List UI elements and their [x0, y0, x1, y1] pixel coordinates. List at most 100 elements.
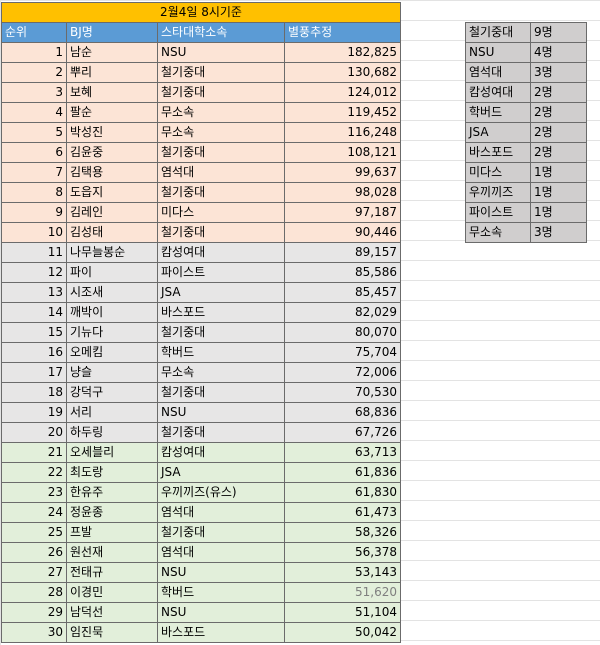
summary-count-cell[interactable]: 1명 [530, 162, 587, 183]
summary-affiliation-cell[interactable]: 미다스 [465, 162, 531, 183]
estimate-cell[interactable]: 116,248 [284, 122, 401, 143]
header-bj-name[interactable]: BJ명 [66, 22, 158, 43]
rank-cell[interactable]: 21 [1, 442, 67, 463]
rank-cell[interactable]: 14 [1, 302, 67, 323]
affiliation-cell[interactable]: NSU [157, 402, 285, 423]
summary-affiliation-cell[interactable]: JSA [465, 122, 531, 143]
estimate-cell[interactable]: 61,830 [284, 482, 401, 503]
rank-cell[interactable]: 4 [1, 102, 67, 123]
summary-affiliation-cell[interactable]: 염석대 [465, 62, 531, 83]
summary-count-cell[interactable]: 2명 [530, 142, 587, 163]
affiliation-cell[interactable]: NSU [157, 562, 285, 583]
bj-name-cell[interactable]: 정윤종 [66, 502, 158, 523]
rank-cell[interactable]: 8 [1, 182, 67, 203]
affiliation-cell[interactable]: 우끼끼즈(유스) [157, 482, 285, 503]
bj-name-cell[interactable]: 이경민 [66, 582, 158, 603]
summary-affiliation-cell[interactable]: NSU [465, 42, 531, 63]
affiliation-cell[interactable]: 철기중대 [157, 182, 285, 203]
rank-cell[interactable]: 29 [1, 602, 67, 623]
affiliation-cell[interactable]: 염석대 [157, 502, 285, 523]
affiliation-cell[interactable]: 캄성여대 [157, 442, 285, 463]
summary-affiliation-cell[interactable]: 우끼끼즈 [465, 182, 531, 203]
bj-name-cell[interactable]: 오세블리 [66, 442, 158, 463]
affiliation-cell[interactable]: 염석대 [157, 542, 285, 563]
title-cell[interactable]: 2월4일 8시기준 [1, 2, 401, 23]
bj-name-cell[interactable]: 오메킴 [66, 342, 158, 363]
summary-count-cell[interactable]: 2명 [530, 122, 587, 143]
bj-name-cell[interactable]: 강덕구 [66, 382, 158, 403]
rank-cell[interactable]: 17 [1, 362, 67, 383]
affiliation-cell[interactable]: NSU [157, 42, 285, 63]
affiliation-cell[interactable]: 철기중대 [157, 522, 285, 543]
rank-cell[interactable]: 5 [1, 122, 67, 143]
header-rank[interactable]: 순위 [1, 22, 67, 43]
estimate-cell[interactable]: 90,446 [284, 222, 401, 243]
bj-name-cell[interactable]: 전태규 [66, 562, 158, 583]
affiliation-cell[interactable]: 철기중대 [157, 422, 285, 443]
affiliation-cell[interactable]: JSA [157, 282, 285, 303]
estimate-cell[interactable]: 70,530 [284, 382, 401, 403]
summary-count-cell[interactable]: 2명 [530, 82, 587, 103]
estimate-cell[interactable]: 119,452 [284, 102, 401, 123]
affiliation-cell[interactable]: 파이스트 [157, 262, 285, 283]
rank-cell[interactable]: 26 [1, 542, 67, 563]
affiliation-cell[interactable]: JSA [157, 462, 285, 483]
estimate-cell[interactable]: 75,704 [284, 342, 401, 363]
estimate-cell[interactable]: 99,637 [284, 162, 401, 183]
summary-affiliation-cell[interactable]: 파이스트 [465, 202, 531, 223]
affiliation-cell[interactable]: 무소속 [157, 362, 285, 383]
rank-cell[interactable]: 19 [1, 402, 67, 423]
affiliation-cell[interactable]: 바스포드 [157, 302, 285, 323]
affiliation-cell[interactable]: 철기중대 [157, 322, 285, 343]
bj-name-cell[interactable]: 하두링 [66, 422, 158, 443]
estimate-cell[interactable]: 82,029 [284, 302, 401, 323]
bj-name-cell[interactable]: 깨박이 [66, 302, 158, 323]
affiliation-cell[interactable]: 바스포드 [157, 622, 285, 643]
rank-cell[interactable]: 20 [1, 422, 67, 443]
estimate-cell[interactable]: 72,006 [284, 362, 401, 383]
rank-cell[interactable]: 3 [1, 82, 67, 103]
estimate-cell[interactable]: 80,070 [284, 322, 401, 343]
bj-name-cell[interactable]: 기뉴다 [66, 322, 158, 343]
rank-cell[interactable]: 2 [1, 62, 67, 83]
bj-name-cell[interactable]: 김성태 [66, 222, 158, 243]
summary-affiliation-cell[interactable]: 학버드 [465, 102, 531, 123]
rank-cell[interactable]: 15 [1, 322, 67, 343]
bj-name-cell[interactable]: 냥슬 [66, 362, 158, 383]
bj-name-cell[interactable]: 보혜 [66, 82, 158, 103]
rank-cell[interactable]: 11 [1, 242, 67, 263]
affiliation-cell[interactable]: 염석대 [157, 162, 285, 183]
estimate-cell[interactable]: 68,836 [284, 402, 401, 423]
bj-name-cell[interactable]: 임진묵 [66, 622, 158, 643]
summary-count-cell[interactable]: 3명 [530, 62, 587, 83]
bj-name-cell[interactable]: 남덕선 [66, 602, 158, 623]
estimate-cell[interactable]: 97,187 [284, 202, 401, 223]
bj-name-cell[interactable]: 팔순 [66, 102, 158, 123]
summary-affiliation-cell[interactable]: 바스포드 [465, 142, 531, 163]
bj-name-cell[interactable]: 최도랑 [66, 462, 158, 483]
summary-affiliation-cell[interactable]: 무소속 [465, 222, 531, 243]
rank-cell[interactable]: 30 [1, 622, 67, 643]
rank-cell[interactable]: 28 [1, 582, 67, 603]
rank-cell[interactable]: 18 [1, 382, 67, 403]
affiliation-cell[interactable]: 무소속 [157, 122, 285, 143]
bj-name-cell[interactable]: 서리 [66, 402, 158, 423]
estimate-cell[interactable]: 51,104 [284, 602, 401, 623]
rank-cell[interactable]: 9 [1, 202, 67, 223]
estimate-cell[interactable]: 67,726 [284, 422, 401, 443]
affiliation-cell[interactable]: 철기중대 [157, 142, 285, 163]
bj-name-cell[interactable]: 남순 [66, 42, 158, 63]
affiliation-cell[interactable]: 학버드 [157, 582, 285, 603]
estimate-cell[interactable]: 53,143 [284, 562, 401, 583]
rank-cell[interactable]: 12 [1, 262, 67, 283]
bj-name-cell[interactable]: 뿌리 [66, 62, 158, 83]
bj-name-cell[interactable]: 도읍지 [66, 182, 158, 203]
rank-cell[interactable]: 16 [1, 342, 67, 363]
rank-cell[interactable]: 7 [1, 162, 67, 183]
rank-cell[interactable]: 6 [1, 142, 67, 163]
bj-name-cell[interactable]: 시조새 [66, 282, 158, 303]
bj-name-cell[interactable]: 프발 [66, 522, 158, 543]
affiliation-cell[interactable]: 철기중대 [157, 382, 285, 403]
bj-name-cell[interactable]: 나무늘봉순 [66, 242, 158, 263]
rank-cell[interactable]: 1 [1, 42, 67, 63]
